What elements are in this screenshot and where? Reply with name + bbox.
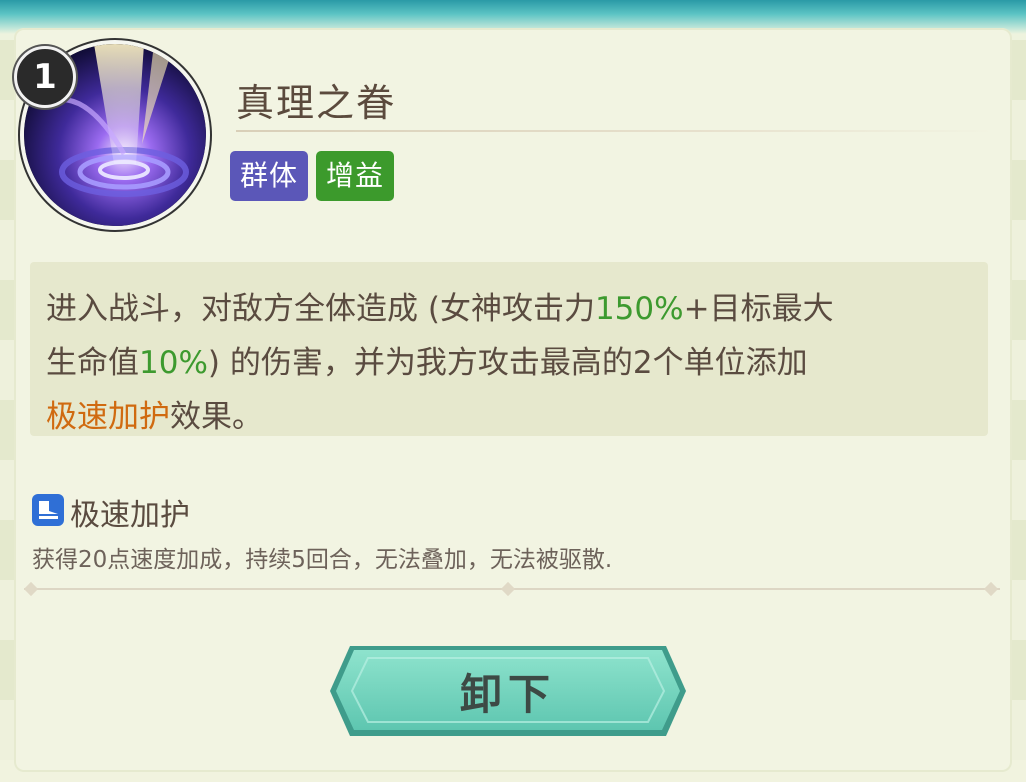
skill-level-badge: 1 — [14, 46, 76, 108]
effect-title: 极速加护 — [70, 498, 190, 533]
title-underline — [236, 130, 996, 132]
effect-description: 获得20点速度加成，持续5回合，无法叠加，无法被驱散. — [32, 547, 613, 573]
speed-boot-icon — [32, 494, 64, 526]
desc-value-attack: 150% — [594, 291, 684, 327]
desc-text: +目标最大 — [683, 291, 834, 327]
desc-text: 效果。 — [170, 399, 263, 435]
unload-button[interactable]: 卸下 — [328, 640, 688, 742]
frame-decoration-right — [1012, 40, 1026, 760]
desc-text: ) 的伤害，并为我方攻击最高的2个单位添加 — [207, 345, 808, 381]
desc-text: 生命值 — [46, 345, 139, 381]
frame-decoration-left — [0, 40, 14, 760]
tag-buff: 增益 — [316, 151, 395, 201]
tag-group: 群体 — [230, 151, 309, 201]
desc-value-hp: 10% — [139, 345, 208, 381]
unload-button-label: 卸下 — [459, 669, 556, 719]
desc-text: 进入战斗，对敌方全体造成 (女神攻击力 — [46, 291, 595, 327]
skill-title: 真理之眷 — [236, 81, 397, 125]
desc-effect-name: 极速加护 — [46, 399, 170, 435]
skill-description: 进入战斗，对敌方全体造成 (女神攻击力150%+目标最大生命值10%) 的伤害，… — [46, 282, 976, 444]
